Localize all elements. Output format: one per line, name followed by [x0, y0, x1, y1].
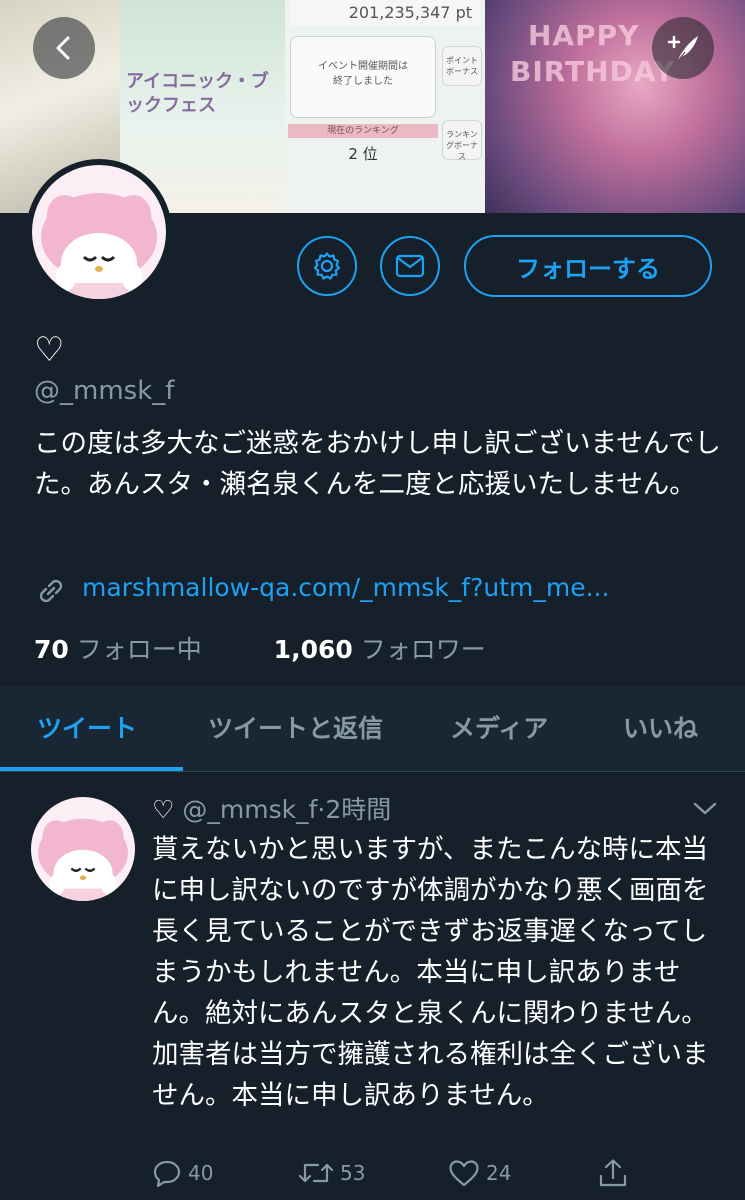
followers-stat[interactable]: 1,060 フォロワー — [274, 635, 486, 664]
tweet-time[interactable]: 2時間 — [325, 795, 391, 824]
like-button[interactable]: 24 — [448, 1156, 511, 1190]
tab-tweets[interactable]: ツイート — [37, 686, 137, 772]
heart-icon — [449, 1160, 479, 1187]
banner-event-status-line2: 終了しました — [333, 76, 393, 87]
profile-handle: @_mmsk_f — [34, 376, 175, 406]
followers-label: フォロワー — [360, 635, 486, 664]
compose-tweet-icon — [667, 35, 698, 63]
tabs-divider — [0, 771, 745, 772]
retweet-button[interactable]: 53 — [298, 1156, 365, 1190]
gear-icon — [313, 252, 341, 280]
reply-icon — [153, 1160, 181, 1187]
profile-display-name: ♡ — [34, 330, 65, 370]
banner-ranking-bonus: ランキングボーナス — [442, 120, 482, 161]
back-button[interactable] — [33, 17, 95, 79]
tweet-menu-button[interactable] — [692, 800, 718, 820]
banner-point-bonus: ポイントボーナス — [442, 46, 482, 86]
like-count: 24 — [486, 1161, 512, 1185]
following-count: 70 — [34, 635, 69, 664]
profile-tabs: ツイート ツイートと返信 メディア いいね — [0, 686, 745, 772]
profile-website-link[interactable]: marshmallow-qa.com/_mmsk_f?utm_me... — [82, 573, 609, 602]
tweet-text: 貰えないかと思いますが、またこんな時に本当に申し訳ないのですが体調がかなり悪く画… — [152, 834, 709, 1111]
tweet-header: ♡ @_mmsk_f·2時間 — [152, 790, 391, 826]
avatar-image — [32, 165, 166, 299]
followers-count: 1,060 — [273, 635, 353, 664]
tab-tweets-and-replies[interactable]: ツイートと返信 — [208, 686, 383, 772]
chevron-left-icon — [56, 36, 70, 60]
settings-button[interactable] — [297, 236, 357, 296]
chevron-down-icon — [693, 802, 717, 815]
tab-likes[interactable]: いいね — [623, 686, 698, 772]
reply-count: 40 — [188, 1161, 214, 1185]
retweet-icon — [298, 1163, 334, 1183]
profile-avatar[interactable] — [26, 159, 172, 305]
compose-tweet-button[interactable] — [652, 17, 714, 79]
banner-event-status: イベント開催期間は 終了しました — [290, 36, 436, 118]
banner-game-title: アイコニック・ブックフェス — [126, 71, 269, 116]
follow-button[interactable]: フォローする — [464, 235, 712, 297]
message-button[interactable] — [380, 236, 440, 296]
banner-score: 201,235,347 pt — [290, 0, 480, 26]
tweet-author-name[interactable]: ♡ — [152, 795, 174, 824]
profile-bio: この度は多大なご迷惑をおかけし申し訳ございませんでした。あんスタ・瀬名泉くんを二… — [34, 428, 721, 500]
tweet-author-handle[interactable]: @_mmsk_f — [182, 795, 317, 824]
reply-button[interactable]: 40 — [152, 1156, 213, 1190]
banner-ranking-value: 2 位 — [348, 145, 378, 163]
profile-stats: 70 フォロー中 1,060 フォロワー — [34, 630, 486, 666]
envelope-icon — [395, 254, 425, 278]
share-button[interactable] — [598, 1156, 628, 1190]
banner-ranking-label: 現在のランキング — [288, 124, 438, 138]
link-icon — [34, 576, 66, 610]
tweet-avatar[interactable] — [31, 797, 135, 901]
banner-event-status-line1: イベント開催期間は — [318, 61, 408, 72]
share-icon — [599, 1159, 627, 1187]
tab-media[interactable]: メディア — [450, 686, 548, 772]
following-label: フォロー中 — [76, 635, 202, 664]
following-stat[interactable]: 70 フォロー中 — [34, 635, 210, 664]
retweet-count: 53 — [340, 1161, 366, 1185]
